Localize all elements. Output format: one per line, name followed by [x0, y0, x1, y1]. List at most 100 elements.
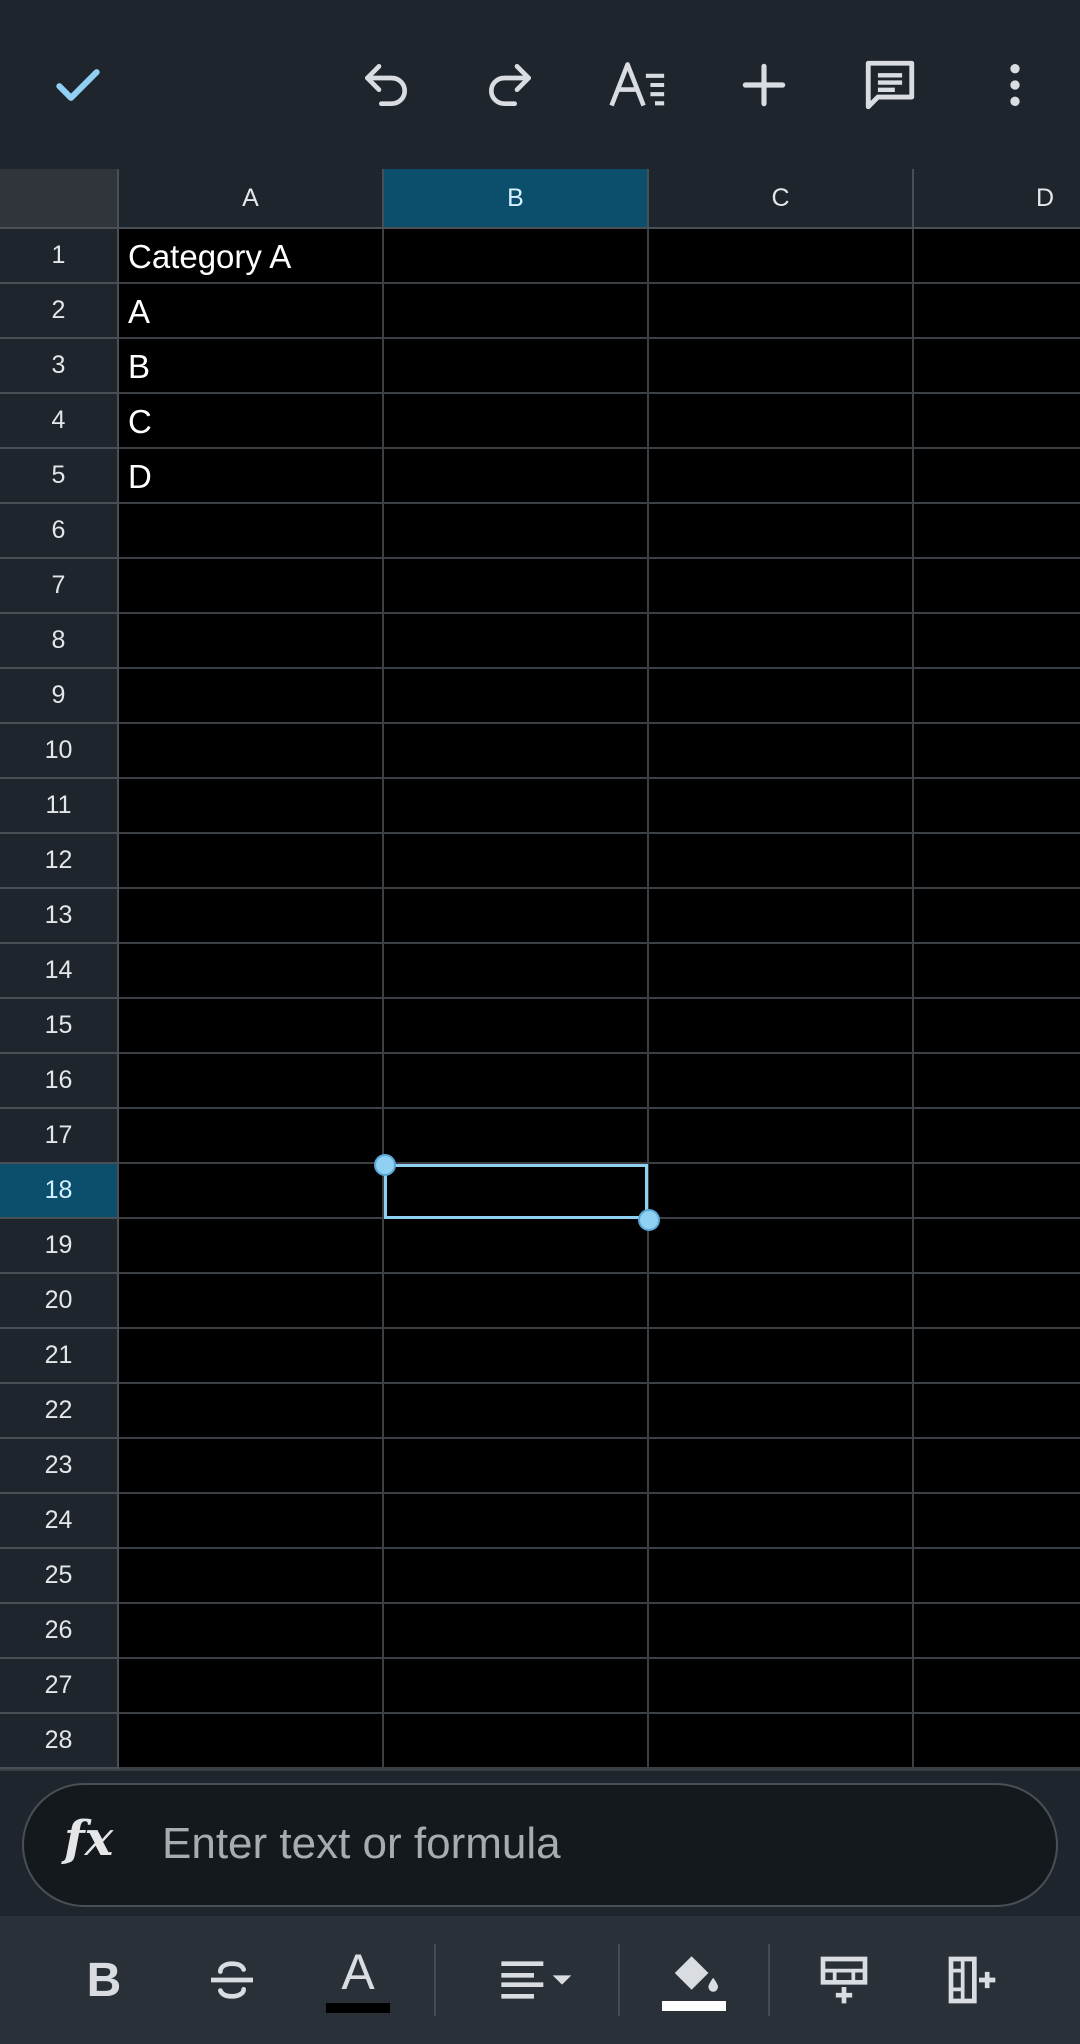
table-row[interactable] — [119, 1604, 1080, 1659]
text-color-swatch — [326, 2003, 390, 2013]
fill-color-button[interactable] — [654, 1940, 734, 2020]
row-header-3[interactable]: 3 — [0, 339, 119, 394]
column-header-a[interactable]: A — [119, 169, 384, 229]
table-row[interactable] — [119, 1659, 1080, 1714]
row-header-5[interactable]: 5 — [0, 449, 119, 504]
insert-row-button[interactable] — [804, 1940, 884, 2020]
row-header-10[interactable]: 10 — [0, 724, 119, 779]
row-header-11[interactable]: 11 — [0, 779, 119, 834]
row-header-16[interactable]: 16 — [0, 1054, 119, 1109]
comment-icon[interactable] — [850, 45, 930, 125]
row-header-1[interactable]: 1 — [0, 229, 119, 284]
strikethrough-icon — [211, 1961, 253, 1999]
table-row[interactable] — [119, 1439, 1080, 1494]
row-header-6[interactable]: 6 — [0, 504, 119, 559]
selection-handle-end[interactable] — [638, 1209, 660, 1231]
row-header-23[interactable]: 23 — [0, 1439, 119, 1494]
table-row[interactable] — [119, 1054, 1080, 1109]
formula-input[interactable]: fx Enter text or formula — [22, 1783, 1058, 1907]
row-header-14[interactable]: 14 — [0, 944, 119, 999]
table-row[interactable] — [119, 1549, 1080, 1604]
row-header-15[interactable]: 15 — [0, 999, 119, 1054]
row-header-9[interactable]: 9 — [0, 669, 119, 724]
table-row[interactable] — [119, 889, 1080, 944]
spreadsheet-grid[interactable]: A B C D 1 Category A 2 A 3 B 4 C 5 D 6 7 8 9 10 11 12 13 14 15 1… — [0, 169, 1080, 1769]
row-header-2[interactable]: 2 — [0, 284, 119, 339]
table-row[interactable] — [119, 1109, 1080, 1164]
strikethrough-button[interactable] — [192, 1940, 272, 2020]
table-row[interactable] — [119, 504, 1080, 559]
table-row[interactable] — [119, 449, 1080, 504]
table-row[interactable] — [119, 944, 1080, 999]
formula-placeholder: Enter text or formula — [162, 1819, 561, 1868]
row-header-8[interactable]: 8 — [0, 614, 119, 669]
table-row[interactable] — [119, 1219, 1080, 1274]
row-header-13[interactable]: 13 — [0, 889, 119, 944]
redo-icon[interactable] — [470, 45, 550, 125]
text-color-button[interactable]: A — [318, 1940, 398, 2020]
cell-a3[interactable]: B — [128, 339, 150, 394]
row-header-19[interactable]: 19 — [0, 1219, 119, 1274]
cell-a2[interactable]: A — [128, 284, 150, 339]
table-row[interactable] — [119, 669, 1080, 724]
table-row[interactable] — [119, 284, 1080, 339]
column-header-d[interactable]: D — [914, 169, 1080, 229]
fx-icon: fx — [64, 1811, 114, 1867]
row-header-21[interactable]: 21 — [0, 1329, 119, 1384]
divider — [768, 1944, 770, 2016]
row-header-25[interactable]: 25 — [0, 1549, 119, 1604]
insert-column-button[interactable] — [932, 1940, 1012, 2020]
selection-handle-start[interactable] — [374, 1154, 396, 1176]
row-header-4[interactable]: 4 — [0, 394, 119, 449]
align-left-icon — [501, 1961, 572, 1999]
table-row[interactable] — [119, 1274, 1080, 1329]
row-header-7[interactable]: 7 — [0, 559, 119, 614]
table-row[interactable] — [119, 1384, 1080, 1439]
fill-color-swatch — [662, 2001, 726, 2011]
insert-column-icon — [948, 1956, 996, 2004]
row-header-28[interactable]: 28 — [0, 1714, 119, 1769]
table-row[interactable] — [119, 834, 1080, 889]
table-row[interactable] — [119, 1494, 1080, 1549]
divider — [618, 1944, 620, 2016]
bold-button[interactable]: B — [64, 1940, 144, 2020]
row-header-17[interactable]: 17 — [0, 1109, 119, 1164]
insert-row-icon — [820, 1956, 868, 2004]
row-header-12[interactable]: 12 — [0, 834, 119, 889]
check-icon[interactable] — [38, 45, 118, 125]
table-row[interactable] — [119, 1714, 1080, 1769]
table-row[interactable] — [119, 559, 1080, 614]
table-row[interactable] — [119, 724, 1080, 779]
cell-a1[interactable]: Category A — [128, 229, 291, 284]
format-toolbar: B A — [0, 1916, 1080, 2044]
row-header-24[interactable]: 24 — [0, 1494, 119, 1549]
fill-color-icon — [674, 1956, 718, 1992]
table-row[interactable] — [119, 614, 1080, 669]
row-header-20[interactable]: 20 — [0, 1274, 119, 1329]
bold-icon: B — [86, 1953, 122, 2007]
undo-icon[interactable] — [346, 45, 426, 125]
formula-bar-area: fx Enter text or formula — [0, 1769, 1080, 1916]
select-all-corner[interactable] — [0, 169, 119, 229]
row-header-22[interactable]: 22 — [0, 1384, 119, 1439]
cell-a5[interactable]: D — [128, 449, 152, 504]
column-header-c[interactable]: C — [649, 169, 914, 229]
text-color-icon: A — [341, 1944, 375, 2000]
more-vert-icon[interactable] — [975, 45, 1055, 125]
cell-a4[interactable]: C — [128, 394, 152, 449]
table-row[interactable] — [119, 999, 1080, 1054]
text-format-icon[interactable] — [599, 45, 679, 125]
divider — [434, 1944, 436, 2016]
row-header-27[interactable]: 27 — [0, 1659, 119, 1714]
table-row[interactable] — [119, 339, 1080, 394]
selected-cell[interactable] — [384, 1164, 648, 1219]
row-header-18[interactable]: 18 — [0, 1164, 119, 1219]
table-row[interactable] — [119, 394, 1080, 449]
table-row[interactable] — [119, 1329, 1080, 1384]
plus-icon[interactable] — [724, 45, 804, 125]
align-button[interactable] — [484, 1940, 584, 2020]
top-toolbar — [0, 0, 1080, 169]
table-row[interactable] — [119, 779, 1080, 834]
column-header-b[interactable]: B — [384, 169, 649, 229]
row-header-26[interactable]: 26 — [0, 1604, 119, 1659]
